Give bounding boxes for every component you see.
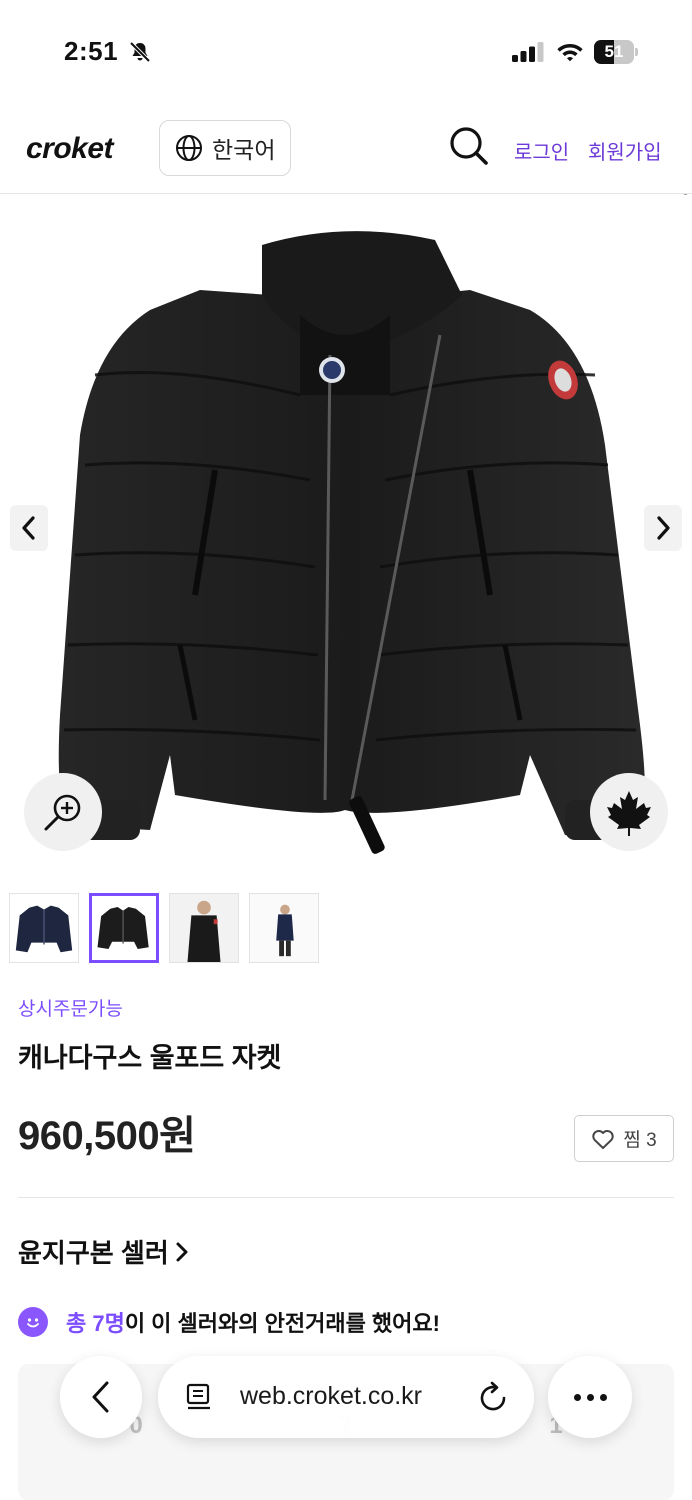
product-main-image xyxy=(58,231,645,854)
heart-icon xyxy=(592,1129,615,1149)
trust-text: 이 이 셀러와의 안전거래를 했어요! xyxy=(124,1311,440,1336)
seller-link[interactable]: 윤지구본 셀러 xyxy=(18,1233,191,1270)
chevron-left-icon xyxy=(92,1381,109,1413)
battery-percent: 51 xyxy=(604,42,624,61)
thumbnail-4[interactable] xyxy=(249,893,319,963)
like-button[interactable]: 찜 3 xyxy=(574,1115,674,1162)
thumbnail-image xyxy=(15,905,73,953)
browser-url: web.croket.co.kr xyxy=(240,1382,423,1410)
tabs-icon xyxy=(186,1383,210,1410)
maple-leaf-icon xyxy=(607,791,651,836)
browser-address-bar[interactable]: web.croket.co.kr xyxy=(158,1356,534,1438)
reload-icon[interactable] xyxy=(478,1380,510,1414)
availability-tag: 상시주문가능 xyxy=(18,999,123,1020)
like-count: 찜 3 xyxy=(623,1130,657,1151)
smile-icon xyxy=(18,1307,48,1337)
chevron-right-icon xyxy=(657,516,670,540)
thumbnail-image xyxy=(97,906,149,950)
login-link[interactable]: 로그인 xyxy=(514,136,569,165)
croket-logo[interactable]: croket xyxy=(26,132,114,166)
zoom-button[interactable] xyxy=(24,773,102,851)
zoom-in-icon xyxy=(44,794,81,831)
thumbnail-image xyxy=(250,894,318,962)
thumbnail-2-selected[interactable] xyxy=(89,893,159,963)
brand-badge[interactable] xyxy=(590,773,668,851)
language-label: 한국어 xyxy=(212,137,276,163)
chevron-right-icon xyxy=(176,1242,188,1261)
gallery-next-button[interactable] xyxy=(644,505,682,551)
trust-message: 총 7명 이 이 셀러와의 안전거래를 했어요! xyxy=(18,1306,440,1338)
section-divider xyxy=(18,1197,674,1198)
product-image-gallery xyxy=(0,195,692,875)
thumbnail-1[interactable] xyxy=(9,893,79,963)
trust-count: 총 7명 xyxy=(66,1311,125,1336)
product-title: 캐나다구스 울포드 자켓 xyxy=(18,1043,282,1073)
bell-slash-icon xyxy=(129,41,151,63)
thumbnail-strip xyxy=(9,893,319,963)
browser-back-button[interactable] xyxy=(60,1356,142,1438)
globe-icon xyxy=(176,135,202,161)
status-bar: 2:51 51 xyxy=(0,0,692,100)
thumbnail-3[interactable] xyxy=(169,893,239,963)
site-header: croket 한국어 로그인 회원가입 xyxy=(0,100,692,194)
product-price: 960,500원 xyxy=(18,1114,196,1158)
wifi-icon xyxy=(557,44,583,62)
battery-icon: 51 xyxy=(594,40,638,64)
language-button[interactable]: 한국어 xyxy=(159,120,291,176)
status-time: 2:51 xyxy=(64,36,119,66)
seller-name: 윤지구본 셀러 xyxy=(18,1238,169,1268)
signup-link[interactable]: 회원가입 xyxy=(588,136,662,165)
gallery-prev-button[interactable] xyxy=(10,505,48,551)
thumbnail-image xyxy=(170,894,238,962)
browser-more-button[interactable] xyxy=(548,1356,632,1438)
search-icon[interactable] xyxy=(446,123,490,167)
chevron-left-icon xyxy=(22,516,35,540)
more-icon xyxy=(573,1393,581,1401)
signal-icon xyxy=(512,42,544,62)
